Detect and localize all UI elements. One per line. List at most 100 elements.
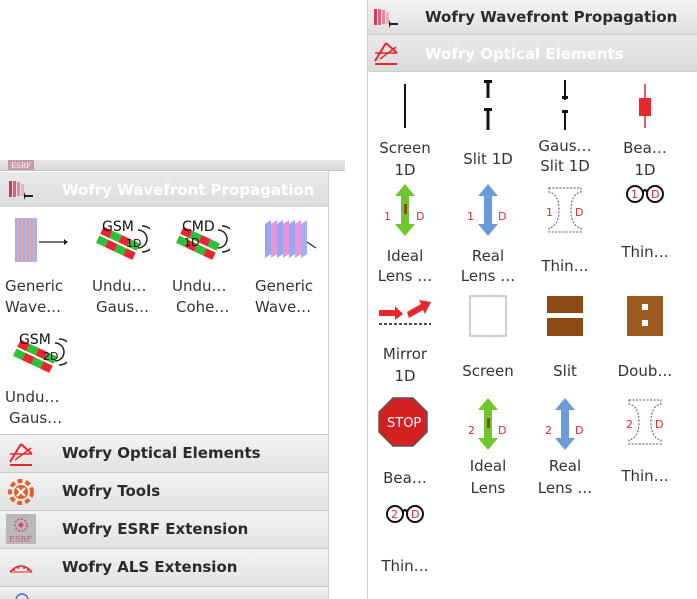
widget-label-line1: Real — [471, 247, 505, 265]
widget-label-line1: Undu… — [172, 277, 227, 295]
slit-2d-widget[interactable]: Slit — [525, 290, 605, 390]
real-lens-1d-widget[interactable]: 1 D Real Lens … — [448, 180, 528, 290]
real-lens-2d-widget[interactable]: 2 D Real Lens … — [525, 394, 605, 497]
widget-label-line2: Gaus… — [96, 298, 150, 316]
undulator-gaussian-widget[interactable]: GSM 1D Undu… Gaus… — [92, 210, 172, 316]
left-widget-panel: ESRF Wofry Wavefront Propagation Generic… — [0, 160, 348, 599]
als-extension-icon — [9, 565, 33, 573]
mirror-1d-icon — [379, 300, 431, 325]
thin-lens-1d-widget[interactable]: 1 D Thin… — [605, 180, 685, 290]
svg-text:CMD: CMD — [182, 219, 215, 235]
thin-lens-2d-widget[interactable]: 2 D Thin… — [365, 494, 445, 594]
category-header-esrf-extension[interactable]: ESRF Wofry ESRF Extension — [0, 510, 328, 548]
ideal-lens-2d-icon: 2 D — [468, 398, 506, 450]
beam-stopper-2d-widget[interactable]: STOP Bea… — [365, 394, 445, 494]
category-header-wavefront-propagation[interactable]: Wofry Wavefront Propagation — [368, 0, 697, 35]
svg-text:D: D — [498, 424, 506, 437]
category-title: Wofry ESRF Extension — [62, 520, 249, 538]
undulator-coherent-widget[interactable]: CMD 1D Undu… Cohe… — [172, 210, 252, 316]
widget-label-line1: Generic — [255, 277, 314, 295]
widget-label-line1: Generic — [5, 277, 64, 295]
undulator-cmd-1d-icon: CMD 1D — [176, 219, 230, 260]
svg-text:GSM: GSM — [19, 332, 51, 348]
svg-text:D: D — [575, 206, 583, 219]
widget-label-line2: Lens … — [460, 267, 516, 285]
generic-wavefront-2-widget[interactable]: Generic Wave… — [255, 210, 335, 316]
right-widget-panel: Wofry Wavefront Propagation Wofry Optica… — [365, 0, 697, 599]
ideal-lens-2d-widget[interactable]: 2 D Ideal Lens — [448, 394, 528, 497]
category-header-optical-elements[interactable]: Wofry Optical Elements — [0, 434, 328, 472]
widget-label-line1: Screen — [462, 362, 514, 380]
slit-1d-widget[interactable]: Slit 1D — [448, 76, 528, 186]
stop-sign-icon: STOP — [378, 397, 428, 447]
widget-label-line1: Undu… — [92, 277, 147, 295]
esrf-strip-icon: ESRF — [8, 160, 34, 170]
thin-object-1d-icon: 1 D — [546, 187, 583, 233]
generic-wavefront-widget[interactable]: Generic Wave… — [5, 210, 85, 316]
svg-text:D: D — [575, 424, 583, 437]
svg-text:1: 1 — [384, 210, 391, 223]
category-header-next[interactable] — [0, 586, 328, 599]
real-lens-2d-icon: 2 D — [545, 398, 583, 450]
svg-text:D: D — [411, 508, 419, 521]
widget-label-line1: Doub… — [617, 362, 673, 380]
category-header-tools[interactable]: Wofry Tools — [0, 472, 328, 510]
undulator-gaussian-2d-widget[interactable]: GSM 2D Undu… Gaus… — [5, 323, 85, 428]
slit-1d-icon — [484, 80, 492, 130]
thin-object-1d-widget[interactable]: 1 D Thin… — [525, 180, 605, 290]
screen-1d-icon — [404, 84, 406, 128]
svg-text:STOP: STOP — [387, 416, 421, 431]
optical-elements-icon — [9, 443, 33, 466]
tools-gear-icon — [8, 479, 34, 505]
widget-label-line1: Slit 1D — [463, 150, 513, 168]
svg-text:2: 2 — [391, 508, 398, 521]
generic-wavefront-icon — [15, 218, 68, 262]
optical-elements-icon — [374, 42, 398, 65]
esrf-category-strip[interactable]: ESRF — [0, 160, 345, 171]
svg-text:1: 1 — [467, 210, 474, 223]
svg-text:GSM: GSM — [102, 219, 134, 235]
widget-label-line1: Real — [548, 457, 582, 475]
screen-2d-icon — [469, 295, 507, 337]
widget-label-line2: Lens … — [537, 479, 593, 497]
widget-label-line2: Cohe… — [176, 298, 230, 316]
screen-2d-widget[interactable]: Screen — [448, 290, 528, 390]
svg-text:1D: 1D — [126, 237, 141, 250]
widget-label-line1: Ideal — [469, 457, 507, 475]
widget-label-line2: 1D — [394, 367, 416, 385]
category-header-title: Wofry Wavefront Propagation — [425, 8, 678, 26]
partial-category-icon — [15, 593, 29, 599]
category-header-wavefront-propagation[interactable]: Wofry Wavefront Propagation — [0, 172, 328, 207]
svg-text:D: D — [651, 188, 659, 201]
widget-label-line1: Bea… — [623, 139, 667, 157]
widget-label-line1: Undu… — [5, 388, 60, 406]
wavefront-propagation-icon — [9, 181, 33, 200]
double-slit-widget[interactable]: Doub… — [605, 290, 685, 390]
widget-label-line2: Lens — [470, 479, 506, 497]
svg-text:2: 2 — [468, 424, 475, 437]
widget-label-line2: Gaus… — [9, 409, 63, 427]
gaussian-slit-1d-icon — [562, 80, 568, 130]
category-header-als-extension[interactable]: Wofry ALS Extension — [0, 548, 328, 586]
widget-label-line1: Mirror — [382, 345, 428, 363]
wavefront-propagation-icon — [374, 9, 398, 28]
svg-text:1: 1 — [631, 188, 638, 201]
category-header-title: Wofry Wavefront Propagation — [62, 181, 315, 199]
ideal-lens-1d-widget[interactable]: 1 D Ideal Lens … — [365, 180, 445, 290]
gaussian-slit-1d-widget[interactable]: Gaus… Slit 1D — [525, 76, 605, 186]
beam-stopper-1d-icon — [639, 84, 651, 128]
svg-text:1D: 1D — [184, 236, 199, 249]
svg-text:2: 2 — [545, 424, 552, 437]
screen-1d-widget[interactable]: Screen 1D — [365, 76, 445, 186]
svg-text:2D: 2D — [43, 350, 58, 363]
esrf-logo-icon: ESRF — [6, 514, 36, 544]
widget-label-line1: Thin… — [381, 557, 429, 575]
undulator-gsm-1d-icon: GSM 1D — [96, 219, 150, 260]
widget-label-line2: Wave… — [255, 298, 312, 316]
mirror-1d-widget[interactable]: Mirror 1D — [365, 290, 445, 390]
slit-2d-icon — [547, 296, 583, 336]
category-header-optical-elements[interactable]: Wofry Optical Elements — [368, 35, 697, 72]
svg-text:1: 1 — [546, 206, 553, 219]
widget-label-line2: Lens … — [377, 267, 433, 285]
thin-object-2d-widget[interactable]: 2 D Thin… — [605, 394, 685, 494]
